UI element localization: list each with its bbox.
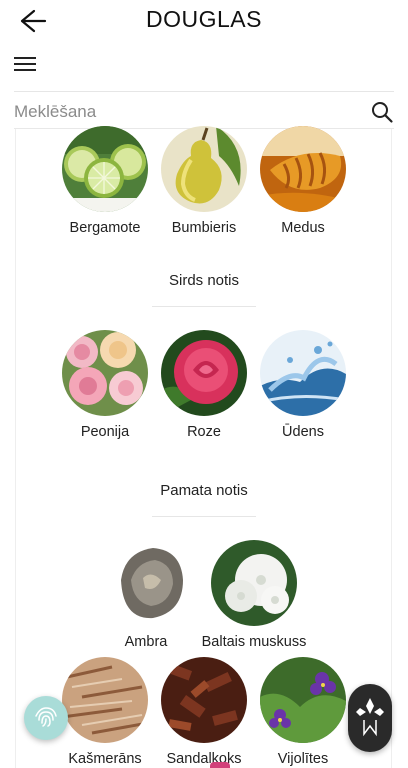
- search-input[interactable]: [14, 97, 354, 127]
- ambergris-image: [103, 540, 189, 626]
- top-bar: DOUGLAS: [0, 0, 408, 44]
- note-label: Ambra: [124, 634, 168, 650]
- search-icon[interactable]: [370, 100, 394, 124]
- note-item[interactable]: Ambra: [86, 540, 206, 650]
- note-label: Ūdens: [282, 424, 324, 440]
- sandalwood-image: [161, 657, 247, 743]
- note-label: Vijolītes: [277, 751, 329, 767]
- wood-shavings-image: [62, 657, 148, 743]
- brand-assistant-button[interactable]: [348, 684, 392, 752]
- peony-image: [62, 330, 148, 416]
- section-title-base-notes: Pamata notis: [160, 482, 248, 499]
- rose-image: [161, 330, 247, 416]
- scroll-indicator: [210, 762, 230, 768]
- fingerprint-button[interactable]: [24, 696, 68, 740]
- search-bar: [14, 97, 394, 127]
- violets-image: [260, 657, 346, 743]
- note-item[interactable]: Baltais muskuss: [194, 540, 314, 650]
- lime-image: [62, 126, 148, 212]
- hamburger-icon[interactable]: [14, 57, 40, 79]
- pear-image: [161, 126, 247, 212]
- white-flowers-image: [211, 540, 297, 626]
- divider: [14, 91, 394, 92]
- brand-logo[interactable]: DOUGLAS: [0, 6, 408, 33]
- note-label: Baltais muskuss: [201, 634, 307, 650]
- honey-image: [260, 126, 346, 212]
- note-item[interactable]: Ūdens: [243, 330, 363, 440]
- note-item[interactable]: Vijolītes: [243, 657, 363, 767]
- note-label: Medus: [281, 220, 325, 236]
- brand-emblem-icon: [356, 698, 384, 737]
- fingerprint-icon: [35, 707, 57, 727]
- water-image: [260, 330, 346, 416]
- section-divider: [152, 516, 256, 517]
- note-item[interactable]: Medus: [243, 126, 363, 236]
- section-divider: [152, 306, 256, 307]
- section-title-heart-notes: Sirds notis: [168, 272, 240, 289]
